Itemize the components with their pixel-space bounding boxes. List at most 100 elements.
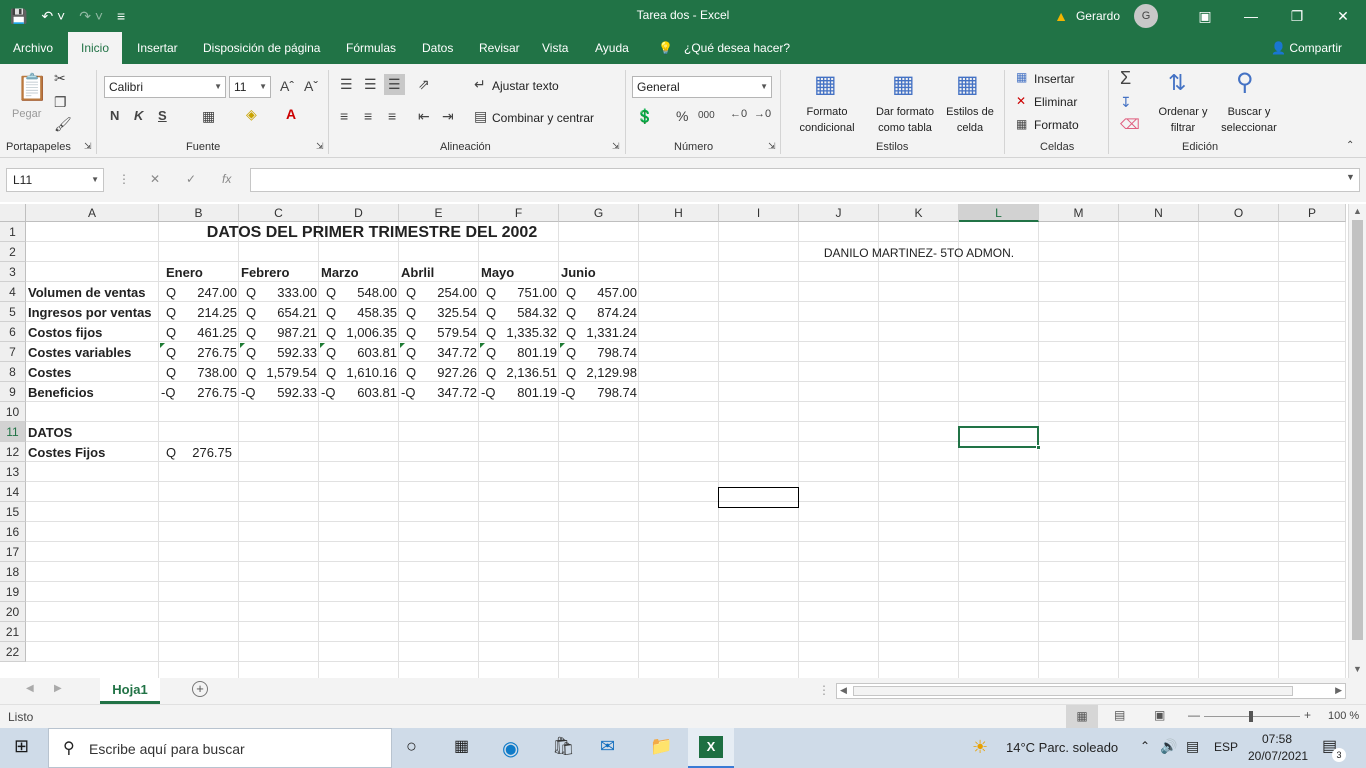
active-cell-L11[interactable] bbox=[958, 426, 1039, 448]
month-header[interactable]: Enero bbox=[166, 263, 203, 283]
value-cell[interactable]: Q 801.19 bbox=[486, 343, 557, 363]
value-cell[interactable]: Q 603.81 bbox=[326, 343, 397, 363]
align-center-icon[interactable]: ≡ bbox=[364, 108, 372, 124]
next-sheet-icon[interactable]: ▶ bbox=[54, 683, 62, 694]
row-header[interactable]: 8 bbox=[0, 362, 26, 382]
column-header[interactable]: P bbox=[1279, 204, 1346, 222]
row-header[interactable]: 19 bbox=[0, 582, 26, 602]
copy-icon[interactable]: ❐ bbox=[54, 94, 67, 111]
value-cell[interactable]: -Q 347.72 bbox=[401, 383, 477, 403]
scroll-right-icon[interactable]: ▶ bbox=[1335, 685, 1342, 696]
row-label[interactable]: Costos fijos bbox=[28, 323, 102, 343]
row-header[interactable]: 20 bbox=[0, 602, 26, 622]
cell-styles-icon[interactable]: ▦ bbox=[956, 70, 979, 99]
value-cell[interactable]: Q 247.00 bbox=[166, 283, 237, 303]
expand-formula-icon[interactable]: ▼ bbox=[1346, 172, 1355, 182]
fill-icon[interactable]: ↧ bbox=[1120, 94, 1132, 111]
value-cell[interactable]: Q 584.32 bbox=[486, 303, 557, 323]
decrease-font-icon[interactable]: Aˇ bbox=[304, 78, 318, 94]
fill-color-icon[interactable]: ◈ bbox=[246, 106, 257, 123]
cut-icon[interactable]: ✂ bbox=[54, 70, 66, 87]
clear-icon[interactable]: ⌫ bbox=[1120, 116, 1140, 133]
increase-indent-icon[interactable]: ⇥ bbox=[442, 108, 454, 125]
value-cell[interactable]: Q 2,129.98 bbox=[566, 363, 637, 383]
error-indicator-icon[interactable] bbox=[240, 343, 245, 348]
tab-archivo[interactable]: Archivo bbox=[11, 32, 55, 64]
italic-button[interactable]: K bbox=[134, 108, 143, 123]
close-button[interactable]: ✕ bbox=[1320, 0, 1366, 32]
tab-ayuda[interactable]: Ayuda bbox=[593, 32, 631, 64]
row-label[interactable]: Beneficios bbox=[28, 383, 94, 403]
row-label[interactable]: Costes variables bbox=[28, 343, 131, 363]
value-cell[interactable]: -Q 603.81 bbox=[321, 383, 397, 403]
restore-button[interactable]: ❐ bbox=[1274, 0, 1320, 32]
value-cell[interactable]: Q 1,610.16 bbox=[326, 363, 397, 383]
merge-center-button[interactable]: Combinar y centrar bbox=[492, 110, 594, 126]
page-break-icon[interactable]: ▣ bbox=[1154, 708, 1165, 722]
datos-label[interactable]: DATOS bbox=[28, 423, 72, 443]
format-painter-icon[interactable]: 🖌 bbox=[54, 116, 72, 133]
row-header[interactable]: 6 bbox=[0, 322, 26, 342]
column-header[interactable]: K bbox=[879, 204, 959, 222]
column-header[interactable]: I bbox=[719, 204, 799, 222]
value-cell[interactable]: Q 1,331.24 bbox=[566, 323, 637, 343]
row-header[interactable]: 21 bbox=[0, 622, 26, 642]
row-header[interactable]: 22 bbox=[0, 642, 26, 662]
column-header[interactable]: N bbox=[1119, 204, 1199, 222]
row-label[interactable]: Volumen de ventas bbox=[28, 283, 146, 303]
add-sheet-icon[interactable]: + bbox=[192, 681, 208, 697]
row-header[interactable]: 14 bbox=[0, 482, 26, 502]
font-name-combo[interactable]: Calibri ▼ bbox=[104, 76, 226, 98]
orientation-icon[interactable]: ⇗ bbox=[418, 76, 430, 93]
prev-sheet-icon[interactable]: ◀ bbox=[26, 683, 34, 694]
dialog-launcher-icon[interactable]: ⇲ bbox=[768, 141, 776, 152]
volume-icon[interactable]: 🔊 bbox=[1160, 738, 1177, 755]
sort-filter-icon[interactable]: ⇅ bbox=[1168, 70, 1186, 96]
value-cell[interactable]: Q 214.25 bbox=[166, 303, 237, 323]
underline-button[interactable]: S bbox=[158, 108, 167, 123]
paste-button[interactable]: Pegar bbox=[12, 106, 41, 122]
zoom-slider-thumb[interactable] bbox=[1249, 711, 1253, 722]
value-cell[interactable]: -Q 592.33 bbox=[241, 383, 317, 403]
accounting-icon[interactable]: 💲 bbox=[636, 108, 653, 125]
month-header[interactable]: Marzo bbox=[321, 263, 359, 283]
value-cell[interactable]: Q 457.00 bbox=[566, 283, 637, 303]
column-header[interactable]: D bbox=[319, 204, 399, 222]
align-middle-icon[interactable]: ☰ bbox=[364, 76, 377, 93]
format-cells-button[interactable]: Formato bbox=[1034, 117, 1079, 133]
font-color-icon[interactable]: A bbox=[286, 106, 296, 122]
cell-styles-button[interactable]: Estilos de celda bbox=[942, 104, 998, 136]
find-select-button[interactable]: Buscar y seleccionar bbox=[1212, 104, 1286, 136]
row-header[interactable]: 15 bbox=[0, 502, 26, 522]
insert-function-icon[interactable]: fx bbox=[222, 172, 231, 186]
network-icon[interactable]: ▤ bbox=[1186, 738, 1199, 755]
sheet-tab-hoja1[interactable]: Hoja1 bbox=[100, 678, 160, 704]
value-cell[interactable]: Q 2,136.51 bbox=[486, 363, 557, 383]
zoom-out-icon[interactable]: — bbox=[1188, 708, 1200, 722]
costes-fijos-label[interactable]: Costes Fijos bbox=[28, 443, 105, 463]
clock-time[interactable]: 07:58 bbox=[1262, 732, 1292, 746]
sort-filter-button[interactable]: Ordenar y filtrar bbox=[1150, 104, 1216, 136]
tab-formulas[interactable]: Fórmulas bbox=[344, 32, 398, 64]
month-header[interactable]: Febrero bbox=[241, 263, 289, 283]
conditional-format-icon[interactable]: ▦ bbox=[814, 70, 837, 99]
enter-icon[interactable]: ✓ bbox=[186, 172, 196, 186]
row-header[interactable]: 13 bbox=[0, 462, 26, 482]
zoom-level[interactable]: 100 % bbox=[1328, 710, 1359, 722]
month-header[interactable]: Junio bbox=[561, 263, 596, 283]
normal-view-icon[interactable]: ▦ bbox=[1066, 705, 1098, 728]
weather-icon[interactable]: ☀ bbox=[972, 737, 988, 758]
value-cell[interactable]: Q 751.00 bbox=[486, 283, 557, 303]
scroll-left-icon[interactable]: ◀ bbox=[840, 685, 847, 696]
name-box[interactable]: L11 ▼ bbox=[6, 168, 104, 192]
format-cells-icon[interactable]: ▦ bbox=[1016, 117, 1027, 131]
column-header[interactable]: F bbox=[479, 204, 559, 222]
bold-button[interactable]: N bbox=[110, 108, 119, 123]
windows-start-icon[interactable]: ⊞ bbox=[14, 736, 29, 757]
borders-icon[interactable]: ▦ bbox=[202, 108, 215, 125]
align-right-icon[interactable]: ≡ bbox=[388, 108, 396, 124]
delete-cells-button[interactable]: Eliminar bbox=[1034, 94, 1077, 110]
warning-icon[interactable]: ▲ bbox=[1054, 8, 1068, 24]
value-cell[interactable]: Q 254.00 bbox=[406, 283, 477, 303]
value-cell[interactable]: Q 333.00 bbox=[246, 283, 317, 303]
